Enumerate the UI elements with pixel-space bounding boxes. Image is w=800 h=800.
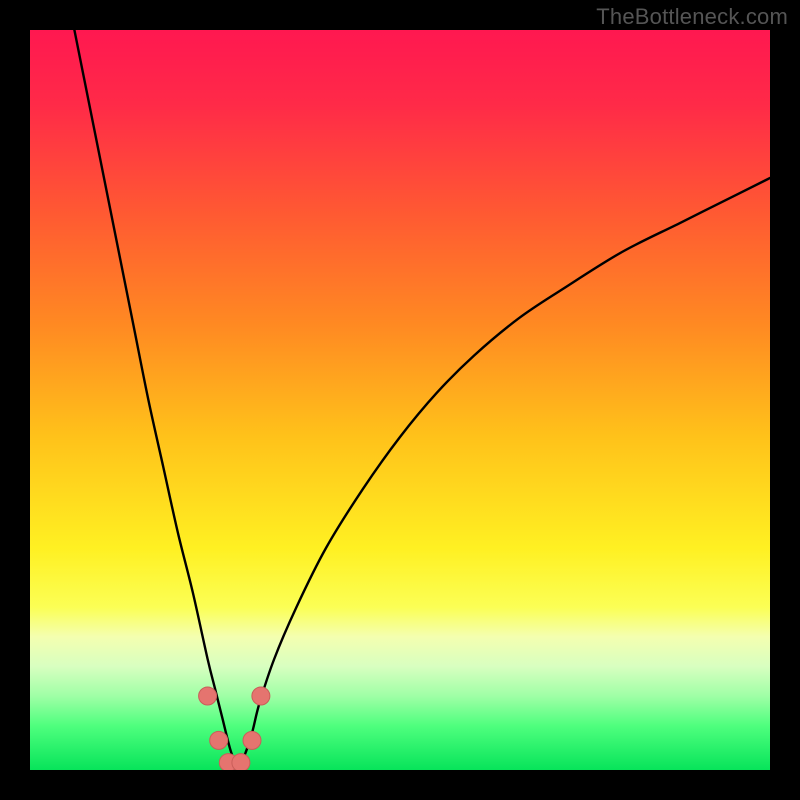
curve-layer — [30, 30, 770, 770]
threshold-marker — [252, 687, 270, 705]
threshold-markers — [199, 687, 270, 770]
curve-right-branch — [237, 178, 770, 770]
threshold-marker — [199, 687, 217, 705]
outer-frame: TheBottleneck.com — [0, 0, 800, 800]
curve-left-branch — [74, 30, 237, 770]
plot-area — [30, 30, 770, 770]
threshold-marker — [232, 754, 250, 770]
threshold-marker — [243, 731, 261, 749]
watermark-text: TheBottleneck.com — [596, 4, 788, 30]
threshold-marker — [210, 731, 228, 749]
